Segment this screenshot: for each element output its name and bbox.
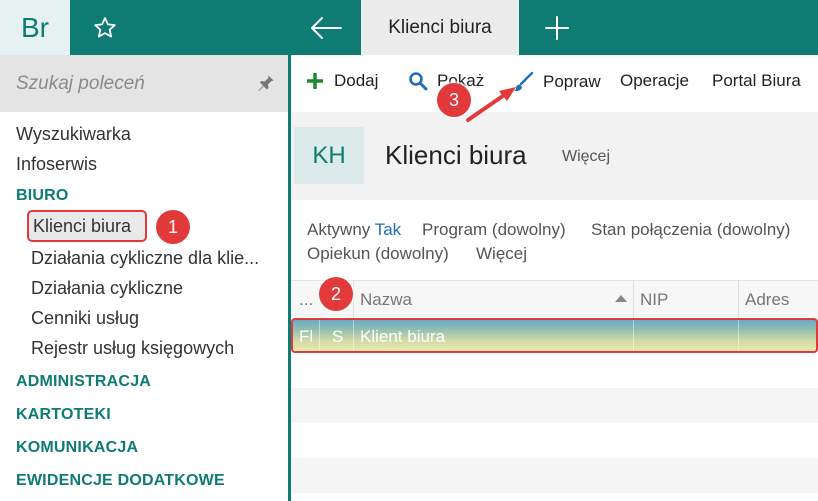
sidebar-item-dzialania-cykliczne[interactable]: Działania cykliczne — [31, 278, 279, 299]
list-header: KH Klienci biura Więcej — [291, 112, 818, 200]
filter-active[interactable]: Aktywny Tak — [307, 220, 401, 240]
header-more-link[interactable]: Więcej — [562, 148, 610, 166]
sidebar-item-dzialania-cykliczne-dla-klientow[interactable]: Działania cykliczne dla klie... — [31, 248, 279, 269]
favorites-button[interactable] — [70, 0, 140, 55]
page-title: Klienci biura — [385, 140, 527, 170]
sidebar-section-administracja[interactable]: ADMINISTRACJA — [16, 373, 151, 391]
column-header-name[interactable]: Nazwa — [360, 290, 412, 310]
empty-row — [291, 388, 818, 423]
cell-divider — [319, 320, 320, 351]
filter-caretaker[interactable]: Opiekun (dowolny) — [307, 244, 449, 264]
portal-label: Portal Biura — [712, 71, 801, 90]
sidebar-item-klienci-biura[interactable]: Klienci biura — [27, 210, 147, 242]
filter-active-value: Tak — [374, 220, 402, 239]
empty-row — [291, 458, 818, 493]
filter-more[interactable]: Więcej — [476, 244, 527, 264]
top-bar: Br Klienci biura — [0, 0, 818, 55]
empty-row — [291, 423, 818, 458]
column-header-address[interactable]: Adres — [745, 290, 789, 310]
list-badge: KH — [294, 127, 364, 184]
sidebar-item-cenniki-uslug[interactable]: Cenniki usług — [31, 308, 279, 329]
tab-label: Klienci biura — [388, 16, 492, 38]
toolbar: Dodaj Pokaż Popraw Operacje Portal Biura — [291, 55, 818, 112]
callout-badge-2: 2 — [319, 277, 353, 311]
empty-row — [291, 353, 818, 388]
cell-name: Klient biura — [360, 327, 446, 346]
portal-biura-button[interactable]: Portal Biura — [712, 71, 801, 91]
edit-label: Popraw — [543, 72, 601, 91]
tab-klienci-biura[interactable]: Klienci biura — [361, 0, 519, 55]
search-icon — [409, 72, 428, 91]
sort-ascending-icon — [615, 295, 627, 302]
add-button[interactable]: Dodaj — [305, 71, 378, 91]
sidebar-section-ewidencje-dodatkowe[interactable]: EWIDENCJE DODATKOWE — [16, 472, 225, 490]
cell-divider — [738, 320, 739, 351]
cell-flag: Fl — [299, 327, 314, 346]
table-row[interactable]: Fl S Klient biura — [291, 318, 818, 353]
filter-bar: Aktywny Tak Program (dowolny) Stan połąc… — [291, 200, 818, 280]
app-logo-text: Br — [21, 11, 49, 43]
cell-status: S — [332, 327, 344, 346]
plus-icon — [307, 73, 323, 89]
app-logo[interactable]: Br — [0, 0, 70, 55]
sidebar-item-rejestr-uslug-ksiegowych[interactable]: Rejestr usług księgowych — [31, 338, 279, 359]
plus-icon — [544, 15, 569, 40]
sidebar-item-infoserwis[interactable]: Infoserwis — [16, 154, 97, 175]
column-header-nip[interactable]: NIP — [640, 290, 668, 310]
edit-button[interactable]: Popraw — [512, 71, 601, 93]
filter-active-label: Aktywny — [307, 220, 371, 239]
sidebar-section-biuro[interactable]: BIURO — [16, 187, 69, 205]
new-tab-button[interactable] — [519, 0, 594, 55]
operations-label: Operacje — [620, 71, 689, 90]
column-header-select[interactable]: ... — [299, 290, 313, 310]
arrow-left-icon — [311, 16, 342, 39]
back-button[interactable] — [291, 0, 361, 55]
cell-divider — [633, 320, 634, 351]
cell-divider — [353, 320, 354, 351]
sidebar-section-kartoteki[interactable]: KARTOTEKI — [16, 406, 111, 424]
column-divider[interactable] — [633, 281, 634, 318]
filter-connection-state[interactable]: Stan połączenia (dowolny) — [591, 220, 790, 240]
column-divider[interactable] — [353, 281, 354, 318]
sidebar-item-wyszukiwarka[interactable]: Wyszukiwarka — [16, 124, 131, 145]
pin-icon[interactable] — [256, 73, 276, 93]
callout-arrow-icon — [466, 87, 516, 122]
filter-program[interactable]: Program (dowolny) — [422, 220, 566, 240]
callout-badge-1: 1 — [156, 210, 190, 244]
star-icon — [94, 16, 116, 37]
column-divider[interactable] — [738, 281, 739, 318]
list-badge-text: KH — [312, 141, 346, 169]
grid-header: ... Nazwa NIP Adres — [291, 280, 818, 318]
sidebar-section-komunikacja[interactable]: KOMUNIKACJA — [16, 439, 138, 457]
operations-button[interactable]: Operacje — [620, 71, 689, 91]
search-input[interactable] — [16, 69, 236, 99]
command-search — [0, 55, 288, 112]
add-label: Dodaj — [334, 71, 379, 90]
